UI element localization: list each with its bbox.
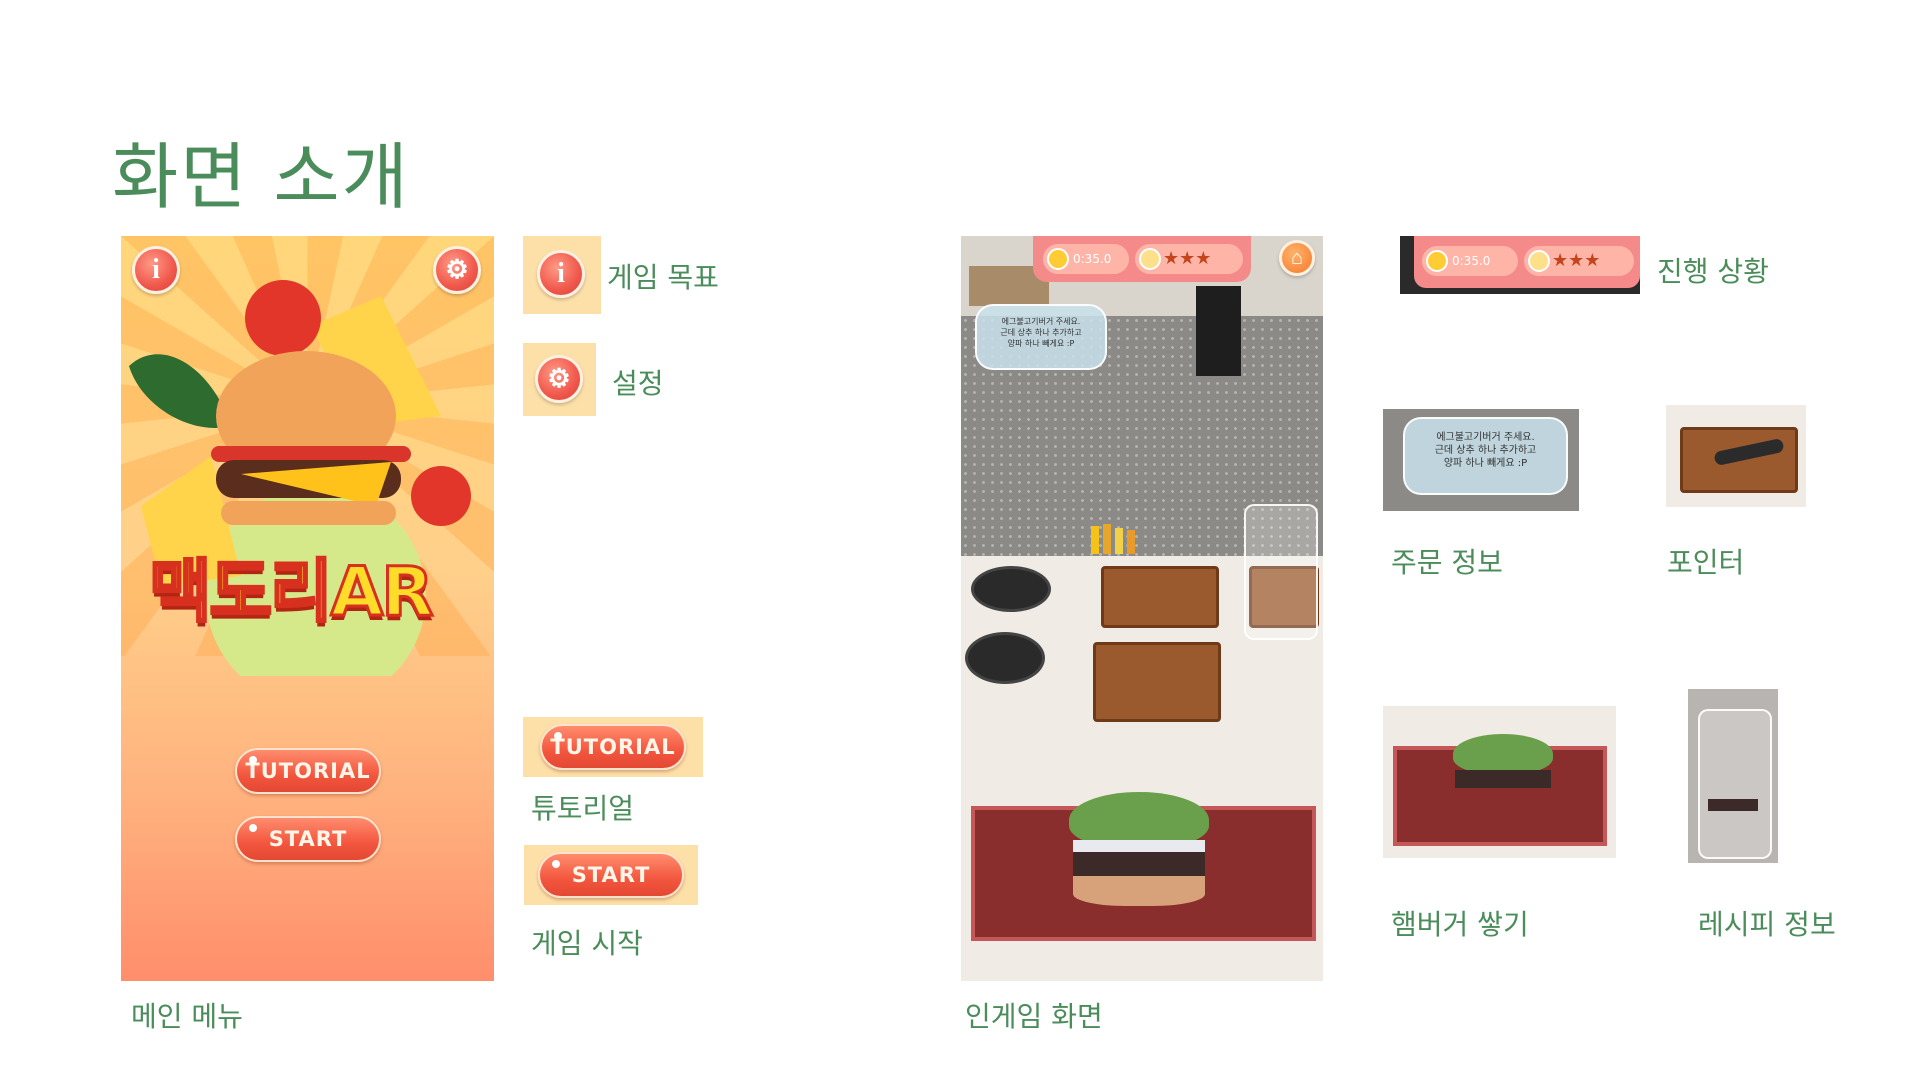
stacking-label: 햄버거 쌓기 bbox=[1391, 908, 1529, 941]
pointer-zoom bbox=[1666, 405, 1806, 507]
settings-label: 설정 bbox=[612, 367, 664, 400]
star-rating: ★★★ bbox=[1163, 248, 1212, 269]
frying-pan bbox=[971, 566, 1051, 612]
order-line: 에그불고기버거 주세요. bbox=[1001, 317, 1081, 326]
rating-chip: ★★★ bbox=[1135, 244, 1243, 274]
tutorial-button[interactable]: TUTORIAL bbox=[235, 748, 381, 794]
pointer-label: 포인터 bbox=[1667, 546, 1745, 579]
chef-icon bbox=[1139, 248, 1161, 270]
tutorial-zoom-button[interactable]: TUTORIAL bbox=[540, 724, 686, 770]
sauce-bottle bbox=[1103, 524, 1111, 554]
order-line: 근데 상추 하나 추가하고 bbox=[1434, 445, 1537, 456]
in-game-caption: 인게임 화면 bbox=[965, 1000, 1103, 1033]
star-rating: ★★★ bbox=[1552, 250, 1601, 271]
pc-tower bbox=[1196, 286, 1241, 376]
cutting-board bbox=[1101, 566, 1219, 628]
progress-zoom-hud: 0:35.0 ★★★ bbox=[1414, 236, 1640, 288]
start-button[interactable]: START bbox=[235, 816, 381, 862]
main-menu-screenshot: i ⚙ 맥도리AR TUTORIAL START bbox=[121, 236, 494, 981]
order-line: 양파 하나 빼게요 :P bbox=[1443, 458, 1528, 469]
start-zoom-button[interactable]: START bbox=[538, 852, 684, 898]
timer-text: 0:35.0 bbox=[1452, 254, 1491, 268]
goal-label: 게임 목표 bbox=[607, 261, 719, 294]
order-zoom-bubble: 에그불고기버거 주세요. 근데 상추 하나 추가하고 양파 하나 빼게요 :P bbox=[1403, 417, 1568, 495]
timer-text: 0:35.0 bbox=[1073, 252, 1112, 266]
start-zoom: START bbox=[524, 845, 698, 905]
goal-zoom: i bbox=[523, 236, 601, 314]
order-line: 근데 상추 하나 추가하고 bbox=[1000, 328, 1082, 337]
clock-icon bbox=[1426, 250, 1448, 272]
settings-zoom: ⚙ bbox=[523, 343, 596, 416]
chef-icon bbox=[1528, 250, 1550, 272]
gear-icon: ⚙ bbox=[547, 364, 571, 393]
bottom-bun bbox=[1073, 876, 1205, 906]
meat-layer bbox=[1708, 799, 1758, 811]
progress-zoom: 0:35.0 ★★★ bbox=[1400, 236, 1640, 294]
meat-layer bbox=[1073, 852, 1205, 878]
cutting-board bbox=[1093, 642, 1221, 722]
progress-label: 진행 상황 bbox=[1657, 255, 1769, 288]
in-game-screenshot: 0:35.0 ★★★ ⌂ 에그불고기버거 주세요. 근데 상추 하나 추가하고 … bbox=[961, 236, 1323, 981]
order-line: 에그불고기버거 주세요. bbox=[1436, 432, 1535, 443]
recipe-panel bbox=[1244, 504, 1318, 640]
timer-chip: 0:35.0 bbox=[1422, 246, 1518, 276]
rating-chip: ★★★ bbox=[1524, 246, 1634, 276]
tutorial-label: 튜토리얼 bbox=[531, 792, 635, 825]
start-label: 게임 시작 bbox=[531, 927, 643, 960]
sauce-bottle bbox=[1115, 528, 1123, 554]
order-label: 주문 정보 bbox=[1391, 546, 1503, 579]
home-button[interactable]: ⌂ bbox=[1279, 240, 1315, 276]
recipe-label: 레시피 정보 bbox=[1698, 908, 1836, 941]
lettuce-layer bbox=[1453, 734, 1553, 774]
order-zoom: 에그불고기버거 주세요. 근데 상추 하나 추가하고 양파 하나 빼게요 :P bbox=[1383, 409, 1579, 511]
main-menu-caption: 메인 메뉴 bbox=[131, 1000, 243, 1033]
frying-pan bbox=[965, 632, 1045, 684]
meat-layer bbox=[1455, 770, 1551, 788]
order-bubble: 에그불고기버거 주세요. 근데 상추 하나 추가하고 양파 하나 빼게요 :P bbox=[975, 304, 1107, 370]
recipe-panel bbox=[1698, 709, 1772, 859]
sauce-bottle bbox=[1127, 530, 1135, 554]
home-icon: ⌂ bbox=[1290, 247, 1303, 269]
settings-zoom-button[interactable]: ⚙ bbox=[535, 355, 583, 403]
clock-icon bbox=[1047, 248, 1069, 270]
slide-title: 화면 소개 bbox=[112, 135, 410, 219]
progress-hud: 0:35.0 ★★★ bbox=[1033, 236, 1251, 282]
order-line: 양파 하나 빼게요 :P bbox=[1007, 339, 1075, 348]
goal-info-button[interactable]: i bbox=[537, 250, 585, 298]
tutorial-zoom: TUTORIAL bbox=[523, 717, 703, 777]
sauce-bottle bbox=[1091, 526, 1099, 554]
recipe-zoom bbox=[1688, 689, 1778, 863]
timer-chip: 0:35.0 bbox=[1043, 244, 1129, 274]
stacking-zoom bbox=[1383, 706, 1616, 858]
game-logo: 맥도리AR bbox=[148, 552, 436, 634]
